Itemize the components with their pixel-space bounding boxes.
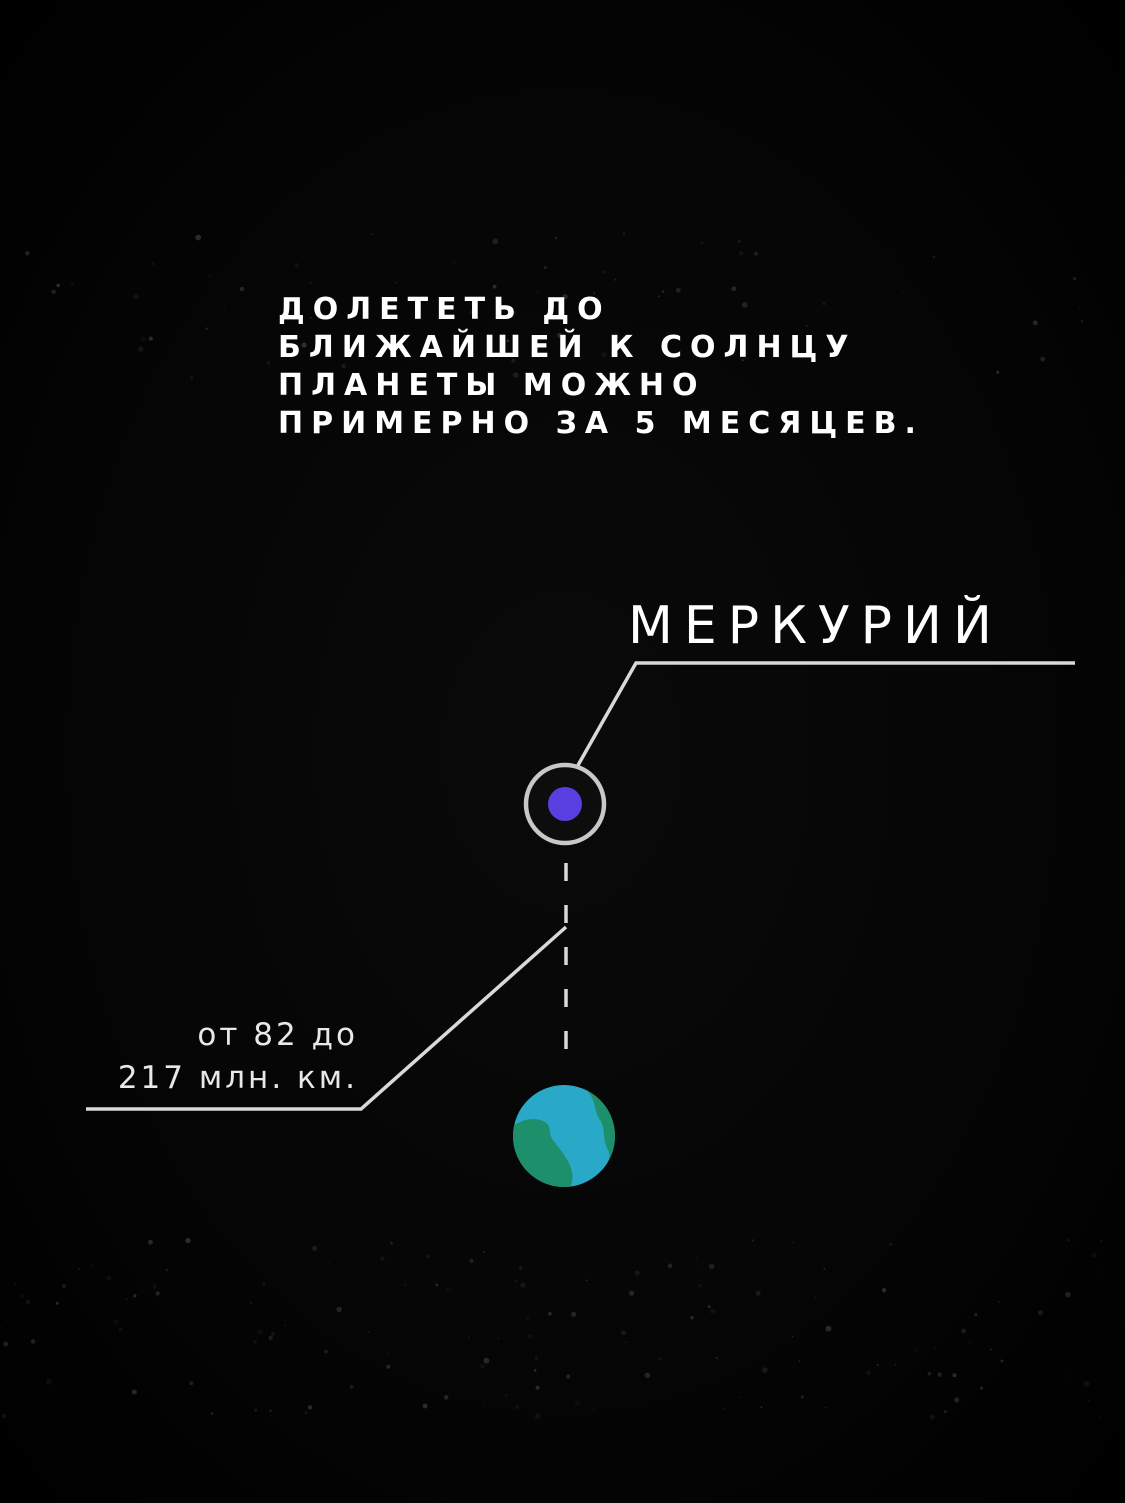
mercury-planet-icon (523, 762, 607, 846)
earth-planet-icon (513, 1085, 615, 1187)
mercury-body (548, 787, 582, 821)
infographic-canvas: ДОЛЕТЕТЬ ДО БЛИЖАЙШЕЙ К СОЛНЦУ ПЛАНЕТЫ М… (0, 0, 1125, 1503)
orbit-diagram (86, 661, 1075, 1187)
mercury-leader-line (575, 661, 1075, 768)
distance-leader-line (86, 925, 568, 1111)
